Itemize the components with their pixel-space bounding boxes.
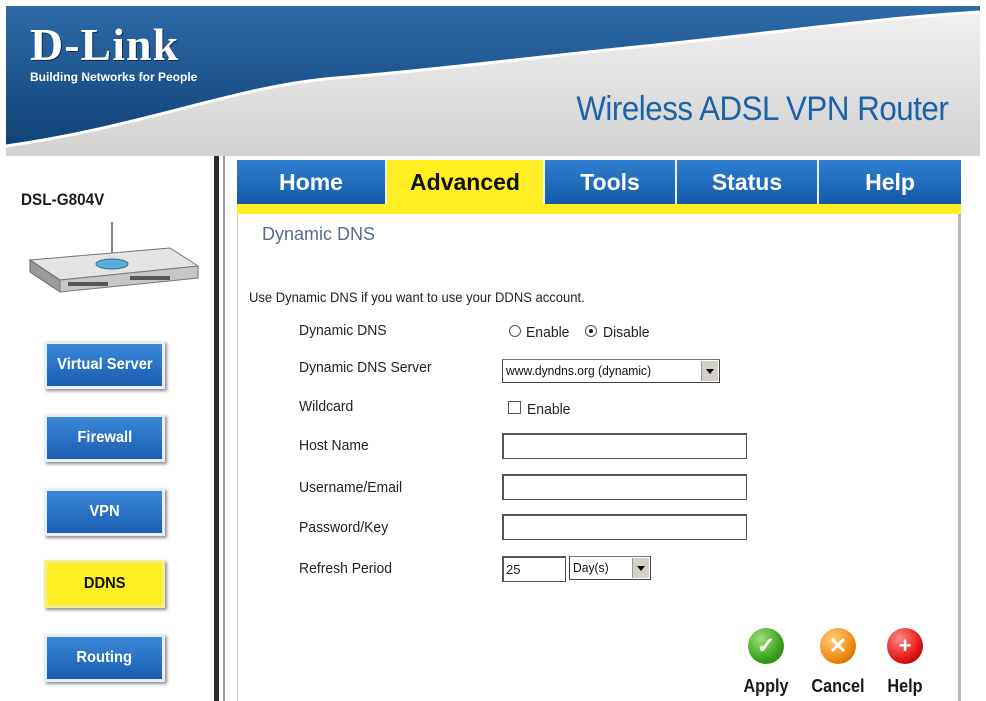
- router-image: [28, 222, 200, 293]
- intro-text: Use Dynamic DNS if you want to use your …: [249, 289, 585, 305]
- apply-label: Apply: [743, 676, 789, 696]
- sidebar-item-label: Firewall: [77, 429, 132, 446]
- sidebar-item-routing[interactable]: Routing: [44, 634, 165, 682]
- sidebar-item-virtual-server[interactable]: Virtual Server: [44, 341, 165, 389]
- logo-wordmark: D-Link: [30, 19, 180, 70]
- dynamic-dns-label: Dynamic DNS: [299, 322, 387, 339]
- tab-tools[interactable]: Tools: [545, 160, 677, 204]
- logo-tagline: Building Networks for People: [30, 70, 198, 84]
- refresh-unit-select[interactable]: Day(s): [569, 556, 651, 580]
- sidebar-item-label: Virtual Server: [56, 356, 153, 373]
- wildcard-label: Wildcard: [299, 398, 354, 415]
- sidebar-item-label: DDNS: [83, 575, 126, 592]
- cancel-x-icon: ✕: [820, 628, 856, 664]
- dynamic-dns-disable-radio[interactable]: [585, 325, 597, 337]
- password-input[interactable]: [502, 514, 747, 540]
- ddns-server-select[interactable]: www.dyndns.org (dynamic): [502, 359, 720, 383]
- cancel-button[interactable]: ✕ Cancel: [808, 628, 868, 697]
- tab-underline: [237, 204, 961, 214]
- tab-home[interactable]: Home: [237, 160, 387, 204]
- host-name-input[interactable]: [502, 433, 747, 459]
- host-name-label: Host Name: [299, 437, 369, 454]
- username-label: Username/Email: [299, 479, 403, 496]
- help-label: Help: [887, 676, 923, 696]
- dynamic-dns-enable-radio[interactable]: [509, 325, 521, 337]
- username-input[interactable]: [502, 474, 747, 500]
- wildcard-checkbox[interactable]: [508, 401, 521, 414]
- sidebar-item-vpn[interactable]: VPN: [44, 488, 165, 536]
- sidebar-divider-shadow: [223, 156, 225, 701]
- page-title: Dynamic DNS: [262, 224, 376, 244]
- main-tabs: Home Advanced Tools Status Help: [237, 160, 961, 204]
- model-label: DSL-G804V: [21, 190, 105, 209]
- ddns-server-label: Dynamic DNS Server: [299, 359, 432, 376]
- dlink-logo: D-Link Building Networks for People: [30, 19, 198, 85]
- tab-help[interactable]: Help: [819, 160, 961, 204]
- sidebar-item-label: VPN: [89, 503, 120, 520]
- plus-icon: +: [887, 628, 923, 664]
- apply-button[interactable]: ✓ Apply: [736, 628, 796, 697]
- password-label: Password/Key: [299, 519, 389, 536]
- tab-status[interactable]: Status: [677, 160, 819, 204]
- sidebar-divider: [214, 156, 219, 701]
- tab-advanced[interactable]: Advanced: [387, 160, 545, 204]
- sidebar-item-label: Routing: [76, 649, 133, 666]
- refresh-unit-value: Day(s): [573, 560, 609, 575]
- product-title: Wireless ADSL VPN Router: [576, 90, 948, 128]
- refresh-period-input[interactable]: 25: [502, 556, 566, 582]
- sidebar-item-ddns[interactable]: DDNS: [44, 560, 165, 608]
- dynamic-dns-disable-label: Disable: [603, 324, 650, 341]
- refresh-period-label: Refresh Period: [299, 560, 393, 577]
- wildcard-enable-label: Enable: [527, 401, 571, 418]
- dynamic-dns-enable-label: Enable: [526, 324, 570, 341]
- chevron-down-icon: [632, 558, 649, 578]
- help-button[interactable]: + Help: [875, 628, 935, 697]
- chevron-down-icon: [701, 361, 718, 381]
- checkmark-icon: ✓: [748, 628, 784, 664]
- ddns-server-value: www.dyndns.org (dynamic): [506, 363, 652, 378]
- cancel-label: Cancel: [811, 676, 865, 696]
- sidebar-item-firewall[interactable]: Firewall: [44, 414, 165, 462]
